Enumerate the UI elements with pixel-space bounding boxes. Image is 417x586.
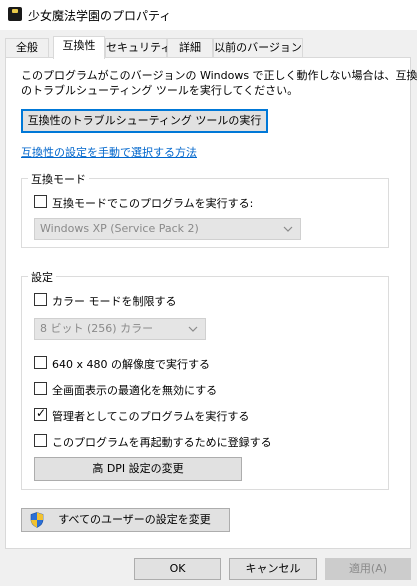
register-restart-label: このプログラムを再起動するために登録する (52, 436, 272, 449)
res-640-checkbox[interactable] (34, 356, 47, 369)
all-users-settings-button[interactable]: すべてのユーザーの設定を変更 (21, 508, 230, 532)
compat-mode-checkbox[interactable] (34, 195, 47, 208)
reduced-color-label: カラー モードを制限する (52, 295, 177, 308)
compat-mode-select-value: Windows XP (Service Pack 2) (40, 222, 199, 235)
run-troubleshooter-button[interactable]: 互換性のトラブルシューティング ツールの実行 (21, 109, 268, 133)
reduced-color-row[interactable]: カラー モードを制限する (34, 292, 334, 308)
res-640-label: 640 x 480 の解像度で実行する (52, 358, 210, 371)
app-icon (8, 7, 22, 21)
settings-group: 設定 カラー モードを制限する 8 ビット (256) カラー 640 x 48… (21, 269, 389, 490)
tab-general[interactable]: 全般 (5, 38, 49, 58)
title-bar: 少女魔法学園のプロパティ (0, 0, 417, 30)
disable-fullscreen-label: 全画面表示の最適化を無効にする (52, 384, 218, 397)
chevron-down-icon (283, 219, 293, 239)
disable-fullscreen-row[interactable]: 全画面表示の最適化を無効にする (34, 381, 334, 397)
apply-button[interactable]: 適用(A) (325, 558, 411, 580)
manual-settings-link[interactable]: 互換性の設定を手動で選択する方法 (21, 144, 197, 160)
compatibility-panel: このプログラムがこのバージョンの Windows で正しく動作しない場合は、互換… (5, 57, 417, 549)
checkmark-icon: ✓ (36, 406, 47, 420)
tab-details[interactable]: 詳細 (167, 38, 213, 58)
color-mode-select[interactable]: 8 ビット (256) カラー (34, 318, 206, 340)
high-dpi-button[interactable]: 高 DPI 設定の変更 (34, 457, 242, 481)
compat-description: このプログラムがこのバージョンの Windows で正しく動作しない場合は、互換… (21, 68, 417, 98)
tab-strip: 全般 互換性 セキュリティ 詳細 以前のバージョン (0, 36, 417, 59)
all-users-button-label: すべてのユーザーの設定を変更 (58, 513, 211, 526)
cancel-button[interactable]: キャンセル (229, 558, 317, 580)
run-as-admin-row[interactable]: ✓ 管理者としてこのプログラムを実行する (34, 406, 334, 423)
ok-button[interactable]: OK (134, 558, 221, 580)
chevron-down-icon (188, 319, 198, 339)
run-as-admin-checkbox[interactable]: ✓ (34, 406, 47, 421)
settings-group-title: 設定 (28, 269, 56, 285)
description-line-1: このプログラムがこのバージョンの Windows で正しく動作しない場合は、互換… (21, 69, 417, 82)
color-mode-select-value: 8 ビット (256) カラー (40, 322, 154, 335)
compat-mode-group: 互換モード 互換モードでこのプログラムを実行する: Windows XP (Se… (21, 171, 389, 248)
tab-security[interactable]: セキュリティ (105, 38, 171, 58)
res-640-row[interactable]: 640 x 480 の解像度で実行する (34, 355, 334, 371)
compat-mode-group-title: 互換モード (28, 171, 89, 187)
reduced-color-checkbox[interactable] (34, 293, 47, 306)
shield-icon (30, 512, 44, 528)
description-line-2: のトラブルシューティング ツールを実行してください。 (21, 84, 299, 97)
tab-previous-versions[interactable]: 以前のバージョン (213, 38, 303, 58)
window-title: 少女魔法学園のプロパティ (28, 9, 172, 23)
disable-fullscreen-checkbox[interactable] (34, 382, 47, 395)
compat-mode-select[interactable]: Windows XP (Service Pack 2) (34, 218, 301, 240)
compat-mode-checkbox-row[interactable]: 互換モードでこのプログラムを実行する: (34, 194, 334, 210)
register-restart-checkbox[interactable] (34, 434, 47, 447)
register-restart-row[interactable]: このプログラムを再起動するために登録する (34, 433, 354, 449)
tab-compatibility[interactable]: 互換性 (53, 36, 105, 59)
compat-mode-label: 互換モードでこのプログラムを実行する: (52, 197, 254, 210)
run-as-admin-label: 管理者としてこのプログラムを実行する (52, 410, 250, 423)
